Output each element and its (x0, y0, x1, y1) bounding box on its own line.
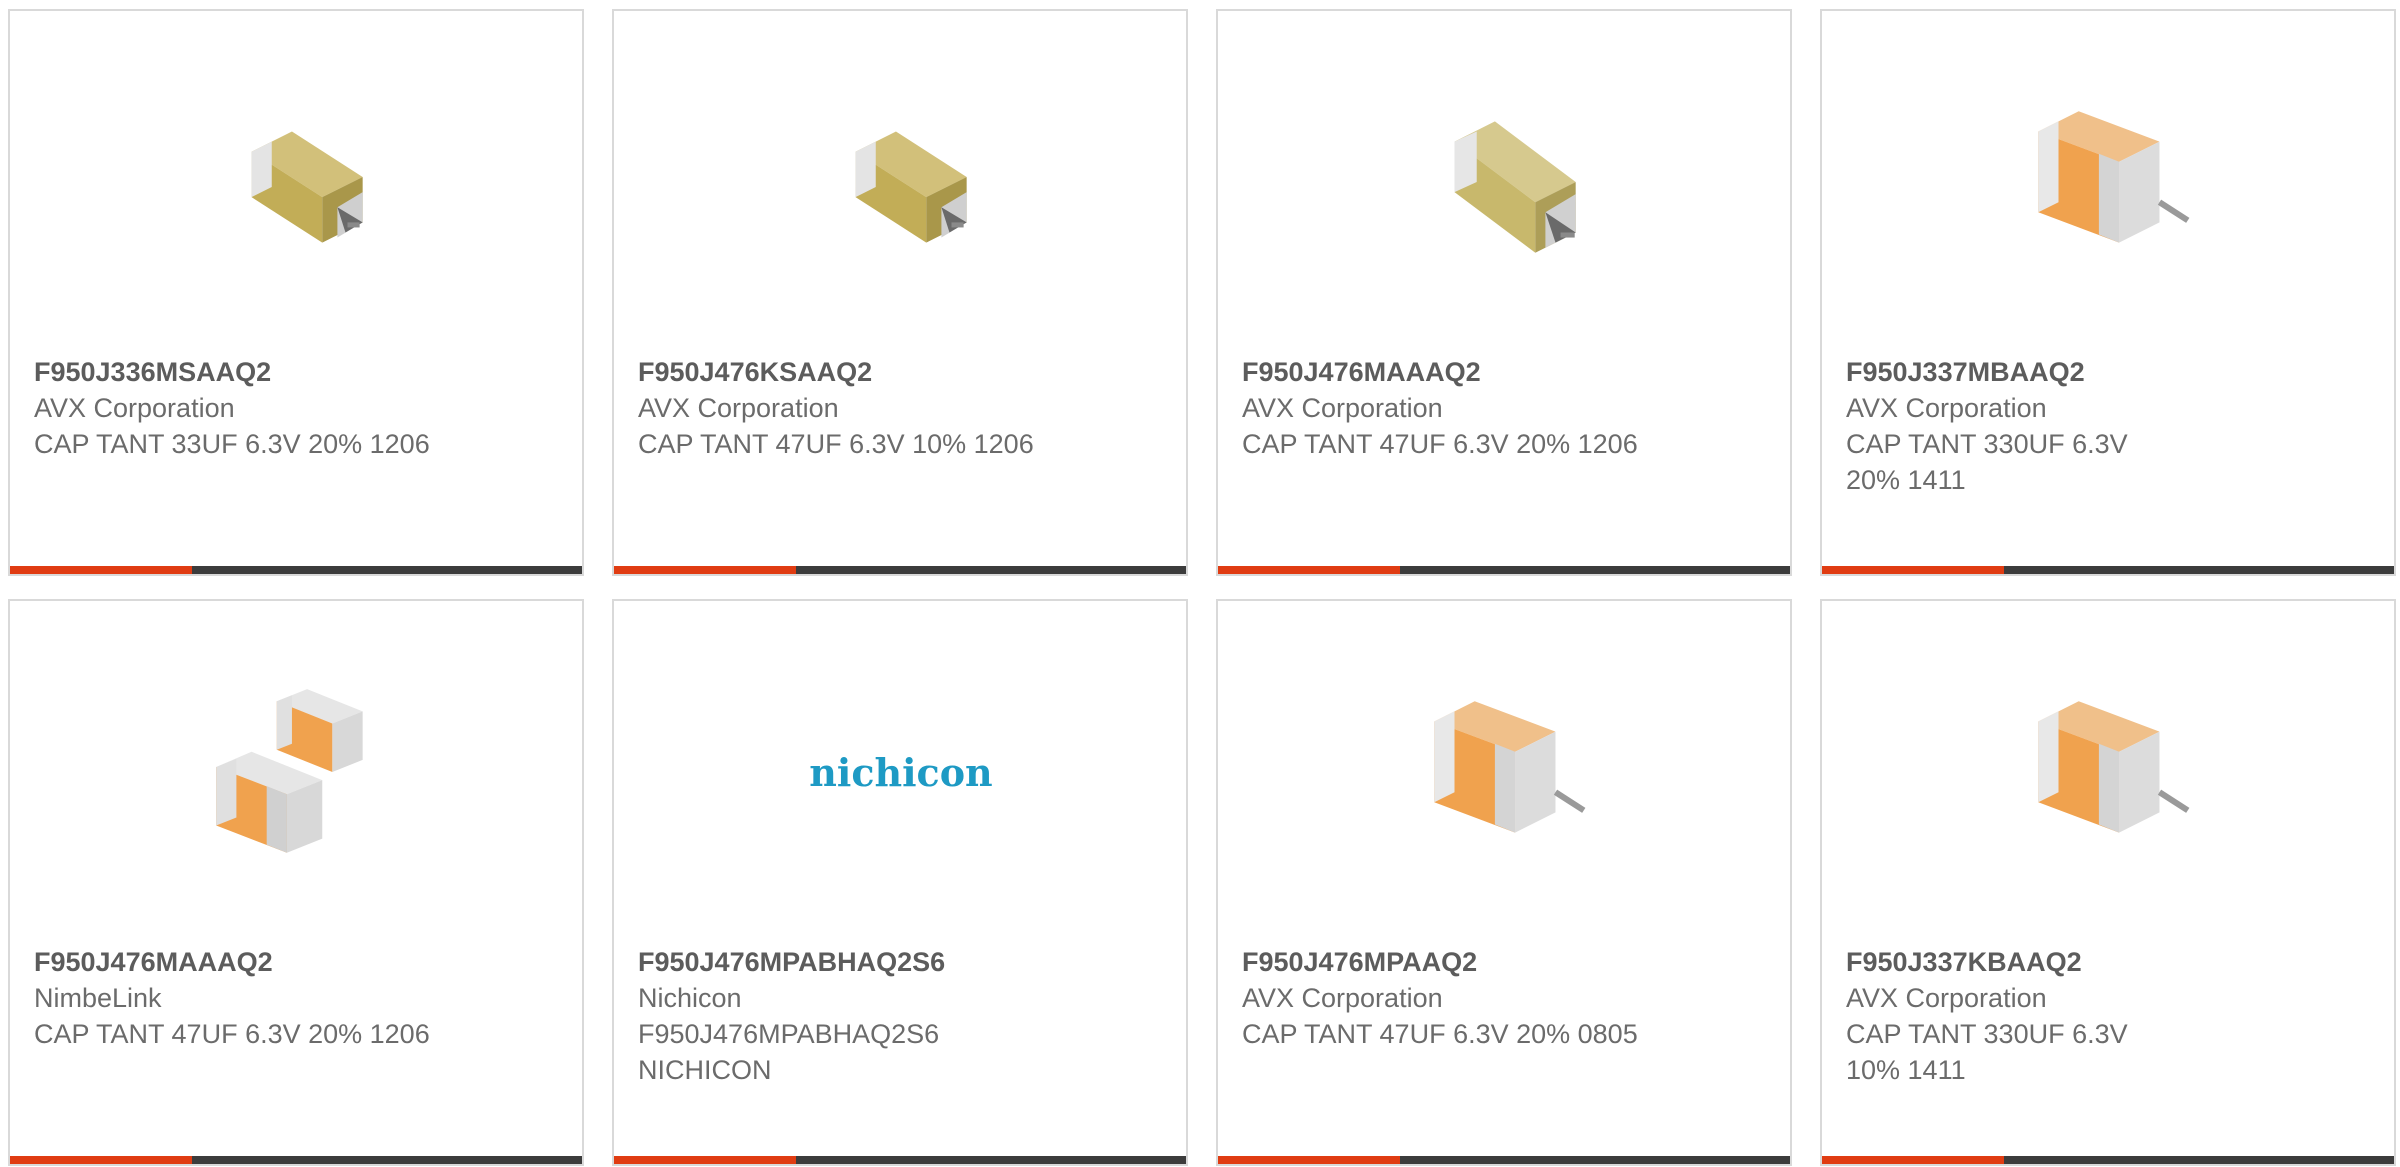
product-description: CAP TANT 47UF 6.3V 10% 1206 (638, 429, 1034, 459)
manufacturer: Nichicon (638, 983, 742, 1013)
product-text: F950J476MPAAQ2 AVX Corporation CAP TANT … (1242, 944, 1682, 1052)
card-accent-bar (1822, 566, 2004, 574)
tantalum-capacitor-orange-icon (2038, 111, 2190, 243)
card-accent-bar (614, 1156, 796, 1164)
card-footer-bar (1218, 1156, 1790, 1164)
card-accent-bar (1218, 566, 1400, 574)
tantalum-capacitor-orange-icon (1434, 701, 1586, 833)
product-description: F950J476MPABHAQ2S6 NICHICON (638, 1019, 940, 1085)
product-card[interactable]: F950J476MPAAQ2 AVX Corporation CAP TANT … (1216, 599, 1792, 1166)
product-description: CAP TANT 33UF 6.3V 20% 1206 (34, 429, 430, 459)
product-image[interactable] (1404, 671, 1606, 873)
product-description: CAP TANT 47UF 6.3V 20% 1206 (1242, 429, 1638, 459)
part-number[interactable]: F950J476MPABHAQ2S6 (638, 944, 1078, 980)
manufacturer: AVX Corporation (1846, 393, 2047, 423)
product-image[interactable] (800, 81, 1002, 283)
card-footer-bar (10, 566, 582, 574)
manufacturer: AVX Corporation (1846, 983, 2047, 1013)
product-grid: F950J336MSAAQ2 AVX Corporation CAP TANT … (8, 9, 2400, 1167)
product-image[interactable]: nichicon (800, 671, 1002, 873)
product-description: CAP TANT 330UF 6.3V 10% 1411 (1846, 1019, 2128, 1085)
product-image[interactable] (1404, 81, 1606, 283)
product-text: F950J336MSAAQ2 AVX Corporation CAP TANT … (34, 354, 474, 462)
card-footer-bar (10, 1156, 582, 1164)
product-description: CAP TANT 47UF 6.3V 20% 0805 (1242, 1019, 1638, 1049)
part-number[interactable]: F950J476MAAAQ2 (34, 944, 474, 980)
card-footer-bar (614, 566, 1186, 574)
card-accent-bar (10, 566, 192, 574)
card-accent-bar (1822, 1156, 2004, 1164)
part-number[interactable]: F950J337MBAAQ2 (1846, 354, 2286, 390)
part-number[interactable]: F950J337KBAAQ2 (1846, 944, 2286, 980)
product-image[interactable] (196, 81, 398, 283)
product-text: F950J476MPABHAQ2S6 Nichicon F950J476MPAB… (638, 944, 1078, 1088)
product-card[interactable]: F950J476MAAAQ2 AVX Corporation CAP TANT … (1216, 9, 1792, 576)
tantalum-capacitor-orange-icon (2038, 701, 2190, 833)
product-text: F950J337KBAAQ2 AVX Corporation CAP TANT … (1846, 944, 2286, 1088)
product-image[interactable] (196, 671, 398, 873)
part-number[interactable]: F950J476MPAAQ2 (1242, 944, 1682, 980)
product-image[interactable] (2008, 671, 2210, 873)
manufacturer: AVX Corporation (1242, 393, 1443, 423)
card-accent-bar (1218, 1156, 1400, 1164)
product-card[interactable]: F950J337MBAAQ2 AVX Corporation CAP TANT … (1820, 9, 2396, 576)
part-number[interactable]: F950J476MAAAQ2 (1242, 354, 1682, 390)
card-footer-bar (614, 1156, 1186, 1164)
product-card[interactable]: F950J336MSAAQ2 AVX Corporation CAP TANT … (8, 9, 584, 576)
card-footer-bar (1822, 1156, 2394, 1164)
card-footer-bar (1218, 566, 1790, 574)
product-description: CAP TANT 330UF 6.3V 20% 1411 (1846, 429, 2128, 495)
two-capacitors-icon (216, 689, 363, 853)
product-text: F950J476MAAAQ2 AVX Corporation CAP TANT … (1242, 354, 1682, 462)
product-text: F950J337MBAAQ2 AVX Corporation CAP TANT … (1846, 354, 2286, 498)
product-description: CAP TANT 47UF 6.3V 20% 1206 (34, 1019, 430, 1049)
tantalum-capacitor-tan-icon (1454, 121, 1576, 253)
product-text: F950J476MAAAQ2 NimbeLink CAP TANT 47UF 6… (34, 944, 474, 1052)
card-footer-bar (1822, 566, 2394, 574)
card-accent-bar (614, 566, 796, 574)
product-text: F950J476KSAAQ2 AVX Corporation CAP TANT … (638, 354, 1078, 462)
product-image[interactable] (2008, 81, 2210, 283)
nichicon-logo: nichicon (809, 749, 993, 795)
manufacturer: AVX Corporation (1242, 983, 1443, 1013)
part-number[interactable]: F950J476KSAAQ2 (638, 354, 1078, 390)
manufacturer: NimbeLink (34, 983, 162, 1013)
tantalum-capacitor-tan-icon (855, 131, 967, 243)
part-number[interactable]: F950J336MSAAQ2 (34, 354, 474, 390)
product-card[interactable]: F950J337KBAAQ2 AVX Corporation CAP TANT … (1820, 599, 2396, 1166)
product-card[interactable]: nichicon F950J476MPABHAQ2S6 Nichicon F95… (612, 599, 1188, 1166)
tantalum-capacitor-tan-icon (251, 131, 363, 243)
product-card[interactable]: F950J476KSAAQ2 AVX Corporation CAP TANT … (612, 9, 1188, 576)
card-accent-bar (10, 1156, 192, 1164)
product-card[interactable]: F950J476MAAAQ2 NimbeLink CAP TANT 47UF 6… (8, 599, 584, 1166)
manufacturer: AVX Corporation (638, 393, 839, 423)
manufacturer: AVX Corporation (34, 393, 235, 423)
